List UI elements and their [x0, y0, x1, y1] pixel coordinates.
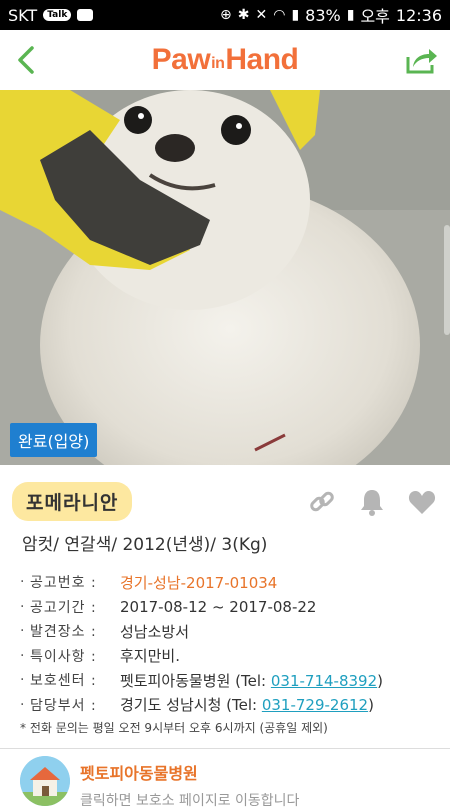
details-list: · 공고번호 : 경기-성남-2017-01034 · 공고기간 : 2017-… [20, 570, 440, 717]
notice-period-value: 2017-08-12 ~ 2017-08-22 [120, 597, 317, 616]
detail-row-found-place: · 발견장소 : 성남소방서 [20, 619, 440, 643]
share-icon [406, 49, 437, 74]
heart-icon [408, 491, 436, 514]
image-scroll-indicator [444, 225, 450, 335]
detail-label: 발견장소 : [30, 624, 97, 640]
logo-hand: Hand [225, 43, 299, 76]
notice-number-value: 경기-성남-2017-01034 [120, 573, 278, 592]
shelter-text: 펫토피아동물병원 클릭하면 보호소 페이지로 이동합니다 [80, 756, 299, 810]
link-button[interactable] [306, 486, 338, 518]
animal-summary: 암컷/ 연갈색/ 2012(년생)/ 3(Kg) [22, 535, 268, 555]
detail-row-notice-number: · 공고번호 : 경기-성남-2017-01034 [20, 570, 440, 594]
shelter-description: 클릭하면 보호소 페이지로 이동합니다 [80, 793, 300, 809]
dog-photo-illustration [0, 90, 450, 465]
bullet: · [20, 672, 25, 688]
sync-icon: ⊕ [220, 7, 232, 23]
divider [0, 748, 450, 749]
bullet: · [20, 623, 25, 639]
paren-close: ) [368, 696, 374, 714]
talk-badge-icon: Talk [43, 9, 72, 21]
bullet: · [20, 574, 25, 590]
share-button[interactable] [400, 40, 444, 80]
detail-row-notice-period: · 공고기간 : 2017-08-12 ~ 2017-08-22 [20, 595, 440, 619]
detail-row-special-notes: · 특이사항 : 후지만비. [20, 644, 440, 668]
action-icons [306, 486, 438, 518]
ampm-label: 오후 [360, 7, 390, 26]
breed-label: 포메라니안 [12, 482, 133, 521]
notify-button[interactable] [356, 486, 388, 518]
house-icon [20, 756, 70, 806]
detail-label: 특이사항 : [30, 648, 97, 665]
link-icon [310, 491, 334, 512]
detail-label: 보호센터 : [30, 673, 97, 689]
status-bar: SKT Talk ⊕ ✱ ✕ ◠ ▮ 83% ▮ 오후 12:36 [0, 0, 450, 30]
department-name-text: 경기도 성남시청 (Tel: [120, 696, 258, 714]
clock: 12:36 [395, 5, 442, 25]
detail-label: 공고기간 : [30, 599, 97, 616]
carrier-label: SKT [8, 5, 38, 25]
animal-photo [0, 90, 450, 465]
shelter-phone-link[interactable]: 031-714-8392 [271, 672, 377, 690]
bullet: · [20, 696, 25, 713]
battery-icon: ▮ [346, 7, 355, 23]
app-logo: Paw in Hand [152, 43, 299, 77]
signal-icon: ▮ [291, 7, 300, 23]
favorite-button[interactable] [406, 486, 438, 518]
department-value: 경기도 성남시청 (Tel: 031-729-2612) [120, 694, 374, 715]
detail-row-department: · 담당부서 : 경기도 성남시청 (Tel: 031-729-2612) [20, 693, 440, 717]
department-phone-link[interactable]: 031-729-2612 [262, 696, 368, 714]
shelter-name-text: 펫토피아동물병원 (Tel: [120, 671, 267, 690]
logo-in: in [211, 55, 225, 72]
bell-icon [361, 490, 383, 516]
detail-row-shelter: · 보호센터 : 펫토피아동물병원 (Tel: 031-714-8392) [20, 668, 440, 692]
logo-paw: Paw [151, 43, 211, 76]
back-button[interactable] [6, 40, 46, 80]
battery-percent: 83% [305, 5, 341, 25]
paren-close: ) [377, 671, 383, 690]
bullet: · [20, 647, 25, 664]
found-place-value: 성남소방서 [120, 622, 190, 641]
chevron-left-icon [18, 46, 34, 74]
bullet: · [20, 598, 25, 615]
phone-inquiry-note: * 전화 문의는 평일 오전 9시부터 오후 6시까지 (공휴일 제외) [20, 721, 328, 735]
chat-icon [77, 9, 94, 21]
wifi-icon: ◠ [273, 7, 286, 23]
app-bar: Paw in Hand [0, 30, 450, 90]
shelter-name: 펫토피아동물병원 [80, 764, 198, 783]
detail-label: 담당부서 : [30, 697, 97, 714]
shelter-value: 펫토피아동물병원 (Tel: 031-714-8392) [120, 670, 383, 691]
mute-icon: ✕ [255, 7, 268, 23]
shelter-avatar [20, 756, 70, 806]
detail-label: 공고번호 : [30, 575, 97, 591]
adoption-status-badge: 완료(입양) [10, 423, 98, 457]
shelter-card[interactable]: 펫토피아동물병원 클릭하면 보호소 페이지로 이동합니다 [20, 756, 430, 810]
bluetooth-icon: ✱ [237, 7, 250, 23]
special-notes-value: 후지만비. [120, 647, 180, 665]
